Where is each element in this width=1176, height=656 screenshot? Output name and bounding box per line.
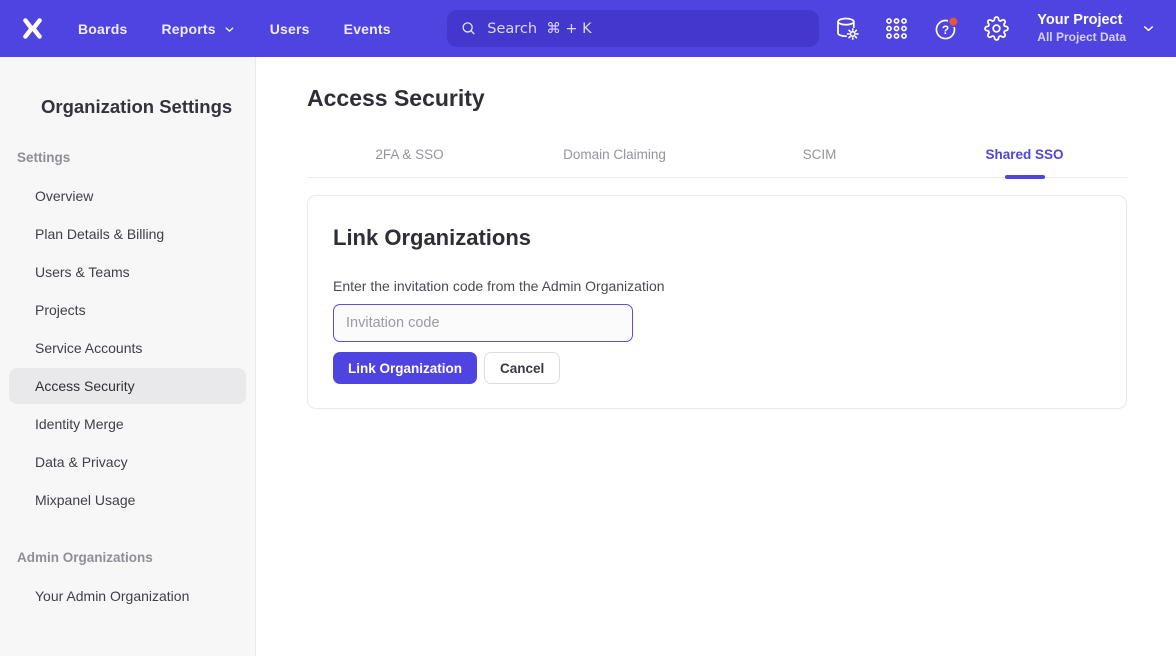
chevron-down-icon (223, 23, 236, 36)
sidebar-item-users-teams[interactable]: Users & Teams (0, 254, 255, 290)
project-selector[interactable]: Your Project All Project Data (1037, 11, 1156, 45)
org-settings-sidebar: Organization Settings Settings OverviewPl… (0, 57, 256, 656)
link-organization-button[interactable]: Link Organization (333, 352, 477, 384)
tab-2fa-sso[interactable]: 2FA & SSO (307, 147, 512, 177)
card-actions: Link Organization Cancel (333, 352, 1101, 384)
notification-badge (949, 17, 959, 27)
cancel-button[interactable]: Cancel (484, 352, 560, 384)
svg-text:?: ? (942, 23, 949, 37)
top-navigation-bar: Boards Reports Users Events (0, 0, 1176, 57)
sidebar-item-identity-merge[interactable]: Identity Merge (0, 406, 255, 442)
sidebar-item-overview[interactable]: Overview (0, 178, 255, 214)
card-description: Enter the invitation code from the Admin… (333, 277, 1101, 295)
tab-scim[interactable]: SCIM (717, 147, 922, 177)
sidebar-section-label-admin-organizations: Admin Organizations (17, 549, 255, 567)
sidebar-section-items: OverviewPlan Details & BillingUsers & Te… (0, 177, 255, 519)
primary-nav: Boards Reports Users Events (78, 21, 391, 37)
nav-item-events[interactable]: Events (344, 21, 391, 37)
sidebar-item-projects[interactable]: Projects (0, 292, 255, 328)
nav-item-boards[interactable]: Boards (78, 21, 127, 37)
nav-right-controls: ? Your Project All Project Data (833, 11, 1156, 45)
apps-grid-button[interactable] (883, 15, 910, 42)
global-search[interactable] (447, 10, 819, 47)
settings-button[interactable] (983, 15, 1010, 42)
tab-bar: 2FA & SSODomain ClaimingSCIMShared SSO (307, 147, 1127, 178)
project-names: Your Project All Project Data (1037, 11, 1126, 45)
main-content: Access Security 2FA & SSODomain Claiming… (256, 57, 1176, 656)
nav-item-label: Reports (161, 21, 215, 37)
sidebar-item-mixpanel-usage[interactable]: Mixpanel Usage (0, 482, 255, 518)
chevron-down-icon (1141, 21, 1156, 36)
sidebar-item-data-privacy[interactable]: Data & Privacy (0, 444, 255, 480)
nav-item-label: Events (344, 21, 391, 37)
sidebar-item-service-accounts[interactable]: Service Accounts (0, 330, 255, 366)
mixpanel-logo[interactable] (12, 17, 52, 40)
sidebar-sections: Settings OverviewPlan Details & BillingUs… (0, 149, 255, 615)
invitation-code-input[interactable] (333, 304, 633, 342)
help-icon: ? (933, 15, 960, 42)
sidebar-item-plan-details-billing[interactable]: Plan Details & Billing (0, 216, 255, 252)
sidebar-section-items: Your Admin Organization (0, 577, 255, 615)
nav-item-reports[interactable]: Reports (161, 21, 235, 37)
search-input[interactable] (487, 21, 806, 37)
help-button[interactable]: ? (933, 15, 960, 42)
nav-item-label: Boards (78, 21, 127, 37)
sidebar-section-label-settings: Settings (17, 149, 255, 167)
sidebar-title: Organization Settings (41, 95, 255, 119)
page-title: Access Security (307, 83, 1127, 113)
tab-domain-claiming[interactable]: Domain Claiming (512, 147, 717, 177)
database-gear-icon (834, 16, 860, 42)
tab-shared-sso[interactable]: Shared SSO (922, 147, 1127, 177)
nav-item-label: Users (270, 21, 310, 37)
project-name: Your Project (1037, 11, 1126, 30)
link-organizations-card: Link Organizations Enter the invitation … (307, 195, 1127, 409)
apps-grid-icon (884, 16, 909, 41)
data-management-button[interactable] (833, 15, 860, 42)
mixpanel-x-icon (21, 17, 44, 40)
nav-item-users[interactable]: Users (270, 21, 310, 37)
settings-gear-icon (984, 16, 1009, 41)
project-scope: All Project Data (1037, 30, 1126, 46)
sidebar-item-your-admin-organization[interactable]: Your Admin Organization (0, 578, 255, 614)
card-title: Link Organizations (333, 225, 1101, 251)
search-icon (460, 19, 477, 38)
sidebar-item-access-security[interactable]: Access Security (9, 368, 246, 404)
